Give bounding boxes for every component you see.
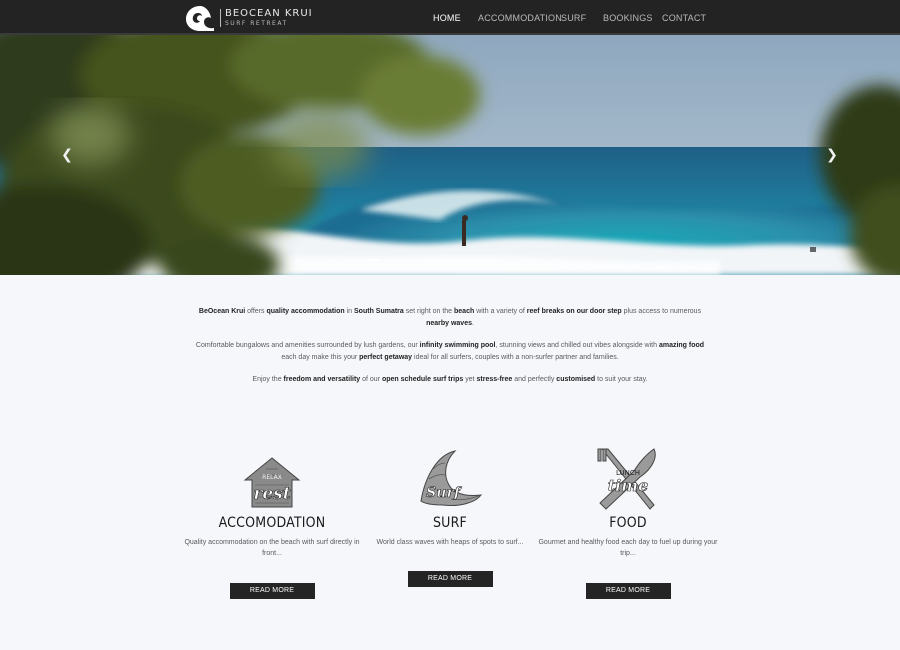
brand-logo[interactable]: BEOCEAN KRUI SURF RETREAT [184, 4, 313, 32]
chevron-left-icon: ❮ [61, 147, 73, 163]
text: set right on the [403, 308, 455, 315]
feature-title: ACCOMODATION [218, 515, 326, 531]
hero-image [0, 35, 900, 275]
slider-pagination [366, 259, 499, 261]
text: ideal for all surfers, couples with a no… [412, 353, 619, 361]
text: yet [463, 376, 477, 383]
icon-word: RELAX [262, 474, 282, 481]
slider-dot[interactable] [485, 259, 499, 261]
intro-text: BeOcean Krui offers quality accommodatio… [190, 306, 710, 397]
text-strong: infinity swimming pool [419, 342, 496, 349]
text: Enjoy the [252, 376, 284, 383]
text-strong: beach [454, 308, 475, 315]
nav-contact[interactable]: CONTACT [662, 13, 706, 23]
text: . [471, 319, 474, 327]
slider-prev-button[interactable]: ❮ [60, 147, 74, 163]
text-strong: open schedule surf trips [381, 376, 464, 383]
slider-dot[interactable] [434, 259, 448, 261]
read-more-button[interactable]: READ MORE [229, 583, 315, 599]
text-strong: customised [556, 376, 596, 383]
intro-paragraph-3: Enjoy the freedom and versatility of our… [190, 374, 710, 386]
brand-tagline: SURF RETREAT [225, 20, 288, 27]
nav-surf[interactable]: SURF [561, 13, 586, 23]
text: and perfectly [512, 376, 557, 383]
text: offers [245, 308, 267, 315]
hero-slider[interactable]: ❮ ❯ [0, 35, 900, 275]
text-strong: freedom and versatility [283, 376, 361, 383]
text: each day make this your [281, 353, 360, 361]
site-header: BEOCEAN KRUI SURF RETREAT HOME ACCOMMODA… [0, 0, 900, 35]
feature-food: LUNCH time FOOD Gourmet and healthy food… [538, 447, 718, 599]
slider-next-button[interactable]: ❯ [825, 147, 839, 163]
slider-dot[interactable] [468, 259, 482, 261]
text-strong: quality accommodation [266, 308, 345, 315]
feature-description: Quality accommodation on the beach with … [184, 539, 360, 557]
text: with a variety of [474, 308, 527, 315]
read-more-button[interactable]: READ MORE [585, 583, 671, 599]
text-strong: BeOcean Krui [198, 308, 246, 315]
feature-title: SURF [432, 515, 468, 531]
brand-name: BEOCEAN KRUI [225, 8, 313, 19]
nav-home[interactable]: HOME [433, 13, 461, 23]
feature-accommodation: RELAX rest ACCOMODATION Quality accommod… [182, 455, 362, 599]
text: Comfortable bungalows and amenities surr… [195, 342, 420, 349]
feature-title: FOOD [609, 515, 647, 531]
feature-surf: Surf SURF World class waves with heaps o… [360, 447, 540, 587]
feature-description: World class waves with heaps of spots to… [376, 539, 524, 546]
icon-word: time [608, 476, 649, 495]
intro-paragraph-2: Comfortable bungalows and amenities surr… [190, 340, 710, 363]
brand-wordmark: BEOCEAN KRUI SURF RETREAT [220, 9, 313, 27]
slider-dot[interactable] [383, 259, 397, 261]
rest-house-icon: RELAX rest [243, 457, 301, 508]
feature-description: Gourmet and healthy food each day to fue… [538, 539, 718, 557]
text: of our [360, 376, 382, 383]
text-strong: South Sumatra [354, 308, 404, 315]
text-strong: nearby waves [426, 319, 472, 327]
wave-logo-icon [186, 6, 214, 31]
text: to suit your stay. [595, 376, 648, 383]
text: plus access to numerous [621, 308, 702, 315]
icon-word: Surf [426, 485, 463, 501]
intro-paragraph-1: BeOcean Krui offers quality accommodatio… [190, 306, 710, 329]
surf-wave-icon: Surf [420, 450, 483, 506]
text-strong: amazing food [658, 342, 705, 349]
slider-dot[interactable] [400, 259, 414, 261]
text-strong: stress-free [476, 376, 513, 383]
text-strong: reef breaks on our door step [526, 308, 622, 315]
text: in [344, 308, 355, 315]
fork-knife-icon: LUNCH time [597, 448, 656, 510]
slider-dot[interactable] [366, 259, 380, 261]
slider-dot[interactable] [417, 259, 431, 261]
slider-dot[interactable] [451, 259, 465, 261]
icon-word: rest [253, 484, 290, 504]
text: , stunning views and chilled out vibes a… [495, 342, 659, 349]
text-strong: perfect getaway [359, 353, 413, 361]
chevron-right-icon: ❯ [826, 147, 838, 163]
read-more-button[interactable]: READ MORE [407, 571, 493, 587]
nav-bookings[interactable]: BOOKINGS [603, 13, 653, 23]
nav-accommodation[interactable]: ACCOMMODATION [478, 13, 562, 23]
